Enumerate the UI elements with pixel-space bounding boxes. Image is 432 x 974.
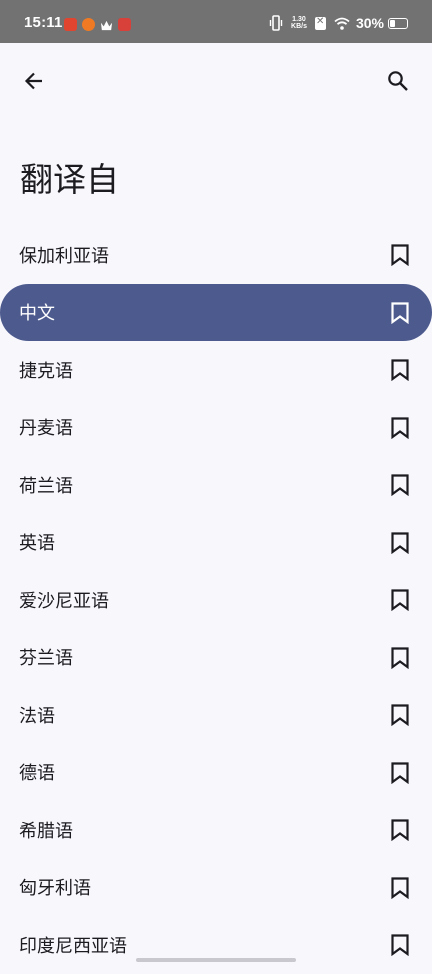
bookmark-icon <box>391 359 409 381</box>
network-speed: 1.30 KB/s <box>291 16 307 30</box>
wifi-icon <box>334 17 350 30</box>
language-label: 丹麦语 <box>19 418 73 440</box>
selected-highlight <box>0 284 432 341</box>
bookmark-icon <box>391 876 409 899</box>
language-item[interactable]: 英语 <box>0 514 432 572</box>
bookmark-icon <box>391 589 409 611</box>
battery-icon <box>388 17 408 29</box>
bookmark-button[interactable] <box>386 815 414 845</box>
language-item[interactable]: 芬兰语 <box>0 629 432 687</box>
bookmark-icon <box>391 934 409 956</box>
language-label: 爱沙尼亚语 <box>19 590 109 612</box>
language-item[interactable]: 德语 <box>0 744 432 802</box>
shopping-app-notification-icon <box>118 18 131 31</box>
language-label: 印度尼西亚语 <box>19 935 127 957</box>
bookmark-icon <box>391 646 409 669</box>
bookmark-button[interactable] <box>386 413 414 443</box>
bookmark-button[interactable] <box>386 758 414 788</box>
bookmark-icon <box>391 704 409 726</box>
back-button[interactable] <box>14 61 54 101</box>
language-label: 芬兰语 <box>19 648 73 670</box>
language-item[interactable]: 希腊语 <box>0 801 432 859</box>
language-item[interactable]: 匈牙利语 <box>0 859 432 917</box>
bookmark-button[interactable] <box>386 470 414 500</box>
bookmark-icon <box>391 301 409 324</box>
bookmark-button[interactable] <box>386 528 414 558</box>
app-bar <box>0 43 432 121</box>
bookmark-button[interactable] <box>386 585 414 615</box>
language-item[interactable]: 爱沙尼亚语 <box>0 571 432 629</box>
network-speed-value: 1.30 <box>292 16 306 23</box>
bookmark-icon <box>391 416 409 439</box>
search-button[interactable] <box>378 61 418 101</box>
language-label: 荷兰语 <box>19 475 73 497</box>
bookmark-button[interactable] <box>386 700 414 730</box>
language-item[interactable]: 捷克语 <box>0 341 432 399</box>
battery-level <box>390 19 396 27</box>
language-label: 法语 <box>19 705 55 727</box>
bookmark-button[interactable] <box>386 643 414 673</box>
language-label: 希腊语 <box>19 820 73 842</box>
news-app-notification-icon <box>64 18 77 31</box>
status-bar: 15:11 1.30 KB/s 30% <box>0 0 432 43</box>
language-label: 保加利亚语 <box>19 245 109 267</box>
bookmark-icon <box>391 531 409 554</box>
language-label: 英语 <box>19 533 55 555</box>
language-item[interactable]: 丹麦语 <box>0 399 432 457</box>
language-item[interactable]: 法语 <box>0 686 432 744</box>
bookmark-icon <box>391 474 409 496</box>
language-label: 德语 <box>19 763 55 785</box>
bookmark-icon <box>391 819 409 841</box>
bookmark-button[interactable] <box>386 298 414 328</box>
battery-percent: 30% <box>355 15 384 31</box>
language-item-selected[interactable]: 中文 <box>0 284 432 341</box>
status-icons: 1.30 KB/s 30% <box>269 14 408 32</box>
language-item[interactable]: 荷兰语 <box>0 456 432 514</box>
crown-icon <box>100 20 113 31</box>
app-notification-icon <box>82 18 95 31</box>
search-icon <box>388 71 408 91</box>
bookmark-button[interactable] <box>386 240 414 270</box>
page-title: 翻译自 <box>20 160 119 199</box>
bookmark-button[interactable] <box>386 355 414 385</box>
status-time: 15:11 <box>24 14 63 31</box>
bookmark-icon <box>391 244 409 266</box>
bookmark-button[interactable] <box>386 873 414 903</box>
language-label: 匈牙利语 <box>19 878 91 900</box>
language-list: 保加利亚语中文捷克语丹麦语荷兰语英语爱沙尼亚语芬兰语法语德语希腊语匈牙利语印度尼… <box>0 226 432 974</box>
no-sim-icon <box>314 16 326 30</box>
language-label: 中文 <box>19 303 55 325</box>
language-label: 捷克语 <box>19 360 73 382</box>
arrow-left-icon <box>24 72 42 90</box>
bookmark-button[interactable] <box>386 930 414 960</box>
language-item[interactable]: 印度尼西亚语 <box>0 916 432 974</box>
language-item[interactable]: 保加利亚语 <box>0 226 432 284</box>
bookmark-icon <box>391 761 409 784</box>
network-speed-unit: KB/s <box>291 23 307 30</box>
vibrate-icon <box>269 15 283 31</box>
gesture-bar[interactable] <box>136 958 296 962</box>
